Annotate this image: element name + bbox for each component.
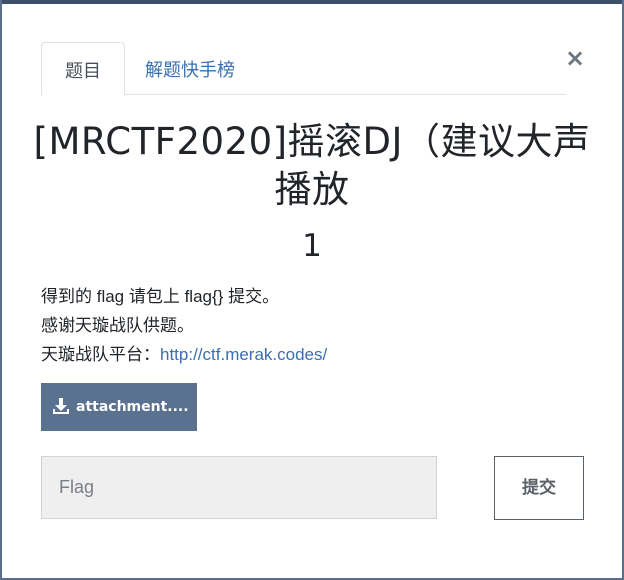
attachment-button[interactable]: attachment.... bbox=[41, 383, 197, 431]
challenge-title: [MRCTF2020]摇滚DJ（建议大声播放 bbox=[33, 120, 591, 211]
challenge-description: 得到的 flag 请包上 flag{} 提交。 感谢天璇战队供题。 天璇战队平台… bbox=[41, 282, 581, 369]
description-line-1: 得到的 flag 请包上 flag{} 提交。 bbox=[41, 287, 280, 306]
tab-solves[interactable]: 解题快手榜 bbox=[145, 42, 235, 94]
submit-button[interactable]: 提交 bbox=[494, 456, 584, 520]
tab-challenge[interactable]: 题目 bbox=[41, 42, 125, 96]
description-line-3: 天璇战队平台：http://ctf.merak.codes/ bbox=[41, 340, 581, 369]
description-line-2: 感谢天璇战队供题。 bbox=[41, 316, 194, 335]
challenge-points: 1 bbox=[302, 228, 322, 264]
close-icon[interactable]: × bbox=[564, 46, 586, 70]
attachment-label: attachment.... bbox=[76, 399, 189, 415]
platform-label: 天璇战队平台： bbox=[41, 345, 160, 364]
modal-tabs: 题目 解题快手榜 bbox=[41, 42, 566, 96]
platform-link[interactable]: http://ctf.merak.codes/ bbox=[160, 345, 327, 364]
flag-input[interactable] bbox=[41, 456, 437, 519]
download-icon bbox=[53, 398, 69, 414]
challenge-modal: 题目 解题快手榜 × [MRCTF2020]摇滚DJ（建议大声播放 1 得到的 … bbox=[2, 4, 622, 578]
